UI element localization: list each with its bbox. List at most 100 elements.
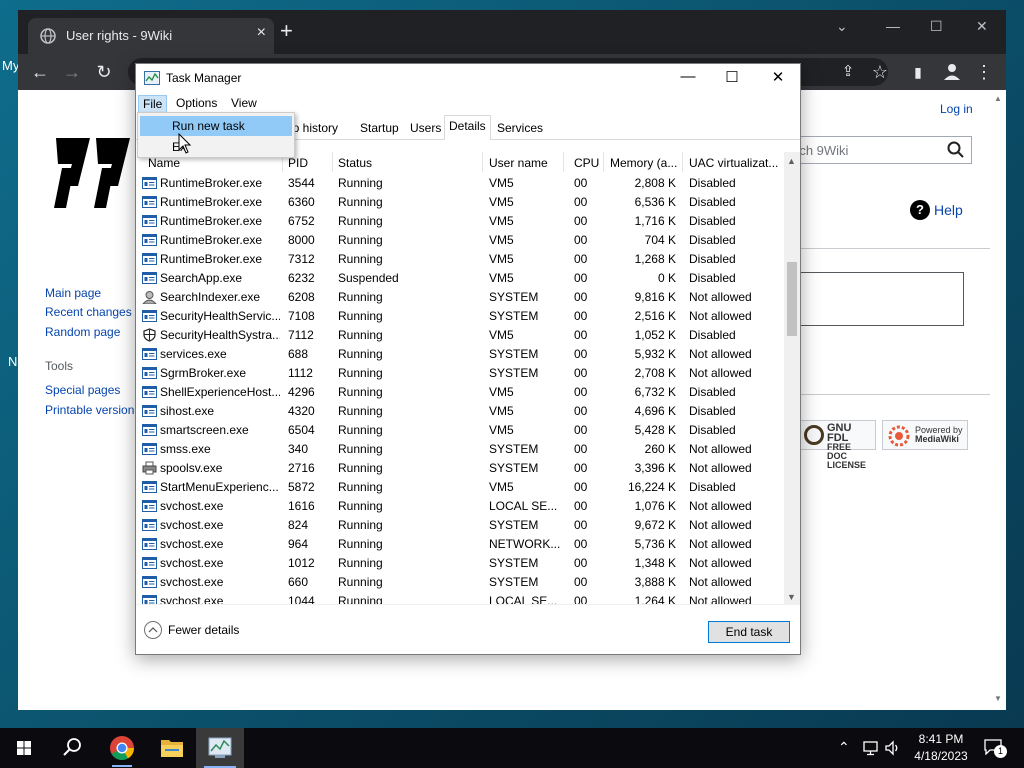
maximize-button[interactable]: ☐ — [722, 68, 742, 88]
table-row[interactable]: svchost.exe 824 Running SYSTEM 00 9,672 K Not … — [136, 516, 784, 535]
browser-menu-button[interactable]: ⋮ — [972, 60, 996, 84]
search-icon[interactable] — [48, 728, 96, 768]
fewer-details-button[interactable]: Fewer details — [144, 621, 239, 639]
column-separator[interactable] — [332, 152, 333, 172]
clock-time[interactable]: 8:41 PM — [910, 732, 972, 746]
scrollbar-thumb[interactable] — [787, 262, 797, 336]
tab-services[interactable]: Services — [493, 118, 547, 140]
tab-title: User rights - 9Wiki — [66, 28, 173, 43]
column-separator[interactable] — [563, 152, 564, 172]
task-manager-titlebar[interactable]: Task Manager — ☐ ✕ — [136, 64, 800, 92]
table-row[interactable]: spoolsv.exe 2716 Running SYSTEM 00 3,396 K Not… — [136, 459, 784, 478]
process-user: VM5 — [489, 480, 514, 494]
column-header-status[interactable]: Status — [338, 156, 478, 176]
scroll-down-arrow-icon[interactable]: ▼ — [994, 694, 1002, 703]
scroll-up-arrow-icon[interactable]: ▲ — [787, 156, 796, 166]
nav-recent-changes[interactable]: Recent changes — [45, 305, 132, 325]
wiki-search-input[interactable]: rch 9Wiki — [790, 136, 972, 164]
file-explorer-icon[interactable] — [148, 728, 196, 768]
windows-start-icon[interactable] — [0, 728, 48, 768]
scroll-up-arrow-icon[interactable]: ▲ — [994, 94, 1002, 103]
scroll-down-arrow-icon[interactable]: ▼ — [787, 592, 796, 602]
table-row[interactable]: SearchApp.exe 6232 Suspended VM5 00 0 K Disabl… — [136, 269, 784, 288]
reload-button[interactable]: ↻ — [92, 60, 116, 84]
tools-special-pages[interactable]: Special pages — [45, 383, 134, 403]
end-task-button[interactable]: End task — [708, 621, 790, 643]
column-separator[interactable] — [482, 152, 483, 172]
nav-main-page[interactable]: Main page — [45, 286, 132, 305]
column-header-memory[interactable]: Memory (a... — [610, 156, 682, 176]
tab-users[interactable]: Users — [406, 118, 445, 140]
back-button[interactable]: ← — [28, 60, 52, 84]
task-manager-taskbar-button[interactable] — [196, 728, 244, 768]
share-icon[interactable]: ⇪ — [836, 60, 860, 84]
tab-startup[interactable]: Startup — [356, 118, 403, 140]
column-header-user-name[interactable]: User name — [489, 156, 561, 176]
forward-button[interactable]: → — [60, 60, 84, 84]
table-row[interactable]: SecurityHealthSystra... 7112 Running VM5 00 1… — [136, 326, 784, 345]
table-row[interactable]: RuntimeBroker.exe 7312 Running VM5 00 1,268 K… — [136, 250, 784, 269]
menu-view[interactable]: View — [227, 95, 261, 111]
process-status: Running — [338, 556, 383, 570]
column-header-pid[interactable]: PID — [288, 156, 330, 176]
browser-tab[interactable]: User rights - 9Wiki × — [28, 18, 274, 54]
table-row[interactable]: RuntimeBroker.exe 6360 Running VM5 00 6,536 K… — [136, 193, 784, 212]
table-row[interactable]: sihost.exe 4320 Running VM5 00 4,696 K Disable… — [136, 402, 784, 421]
menu-file[interactable]: File — [138, 95, 168, 113]
table-row[interactable]: svchost.exe 660 Running SYSTEM 00 3,888 K Not … — [136, 573, 784, 592]
minimize-button[interactable]: — — [678, 68, 698, 88]
table-row[interactable]: svchost.exe 964 Running NETWORK... 00 5,736 K… — [136, 535, 784, 554]
table-row[interactable]: smartscreen.exe 6504 Running VM5 00 5,428 K Di… — [136, 421, 784, 440]
wiki-logo[interactable] — [48, 128, 138, 218]
mediawiki-badge[interactable]: Powered by MediaWiki — [882, 420, 968, 450]
search-icon[interactable] — [947, 141, 965, 159]
table-row[interactable]: services.exe 688 Running SYSTEM 00 5,932 K Not… — [136, 345, 784, 364]
minimize-button[interactable]: — — [886, 18, 900, 34]
column-header-uac[interactable]: UAC virtualizat... — [689, 156, 783, 176]
help-link[interactable]: ? Help — [910, 200, 963, 220]
chevron-down-icon[interactable]: ⌄ — [836, 18, 848, 35]
tools-printable-version[interactable]: Printable version — [45, 403, 134, 417]
bookmark-star-icon[interactable]: ☆ — [868, 60, 892, 84]
close-button[interactable]: ✕ — [768, 68, 788, 88]
process-status: Suspended — [338, 271, 399, 285]
page-scrollbar[interactable]: ▲ ▼ — [990, 90, 1006, 710]
chrome-icon[interactable] — [98, 728, 146, 768]
network-icon[interactable] — [862, 740, 880, 756]
table-row[interactable]: SgrmBroker.exe 1112 Running SYSTEM 00 2,708 K… — [136, 364, 784, 383]
clock-date[interactable]: 4/18/2023 — [908, 749, 974, 763]
process-name: svchost.exe — [160, 518, 224, 532]
menu-item-run-new-task[interactable]: Run new task — [140, 116, 292, 136]
table-row[interactable]: StartMenuExperienc... 5872 Running VM5 00 16,… — [136, 478, 784, 497]
close-button[interactable]: ✕ — [976, 18, 988, 35]
table-row[interactable]: RuntimeBroker.exe 3544 Running VM5 00 2,808 K… — [136, 174, 784, 193]
table-row[interactable]: smss.exe 340 Running SYSTEM 00 260 K Not allow… — [136, 440, 784, 459]
column-separator[interactable] — [682, 152, 683, 172]
volume-icon[interactable] — [884, 740, 902, 756]
menu-options[interactable]: Options — [172, 95, 221, 111]
nav-random-page[interactable]: Random page — [45, 325, 132, 339]
table-row[interactable]: SecurityHealthServic... 7108 Running SYSTEM… — [136, 307, 784, 326]
table-scrollbar[interactable]: ▲ ▼ — [784, 152, 800, 604]
table-row[interactable]: svchost.exe 1012 Running SYSTEM 00 1,348 K Not… — [136, 554, 784, 573]
gnu-fdl-badge[interactable]: GNU FDL FREE DOC LICENSE — [800, 420, 876, 470]
side-panel-icon[interactable]: ▮ — [906, 60, 930, 84]
column-header-name[interactable]: Name — [148, 156, 268, 176]
tab-details[interactable]: Details — [444, 115, 491, 140]
notifications-button[interactable]: 1 — [980, 736, 1010, 760]
table-row[interactable]: ShellExperienceHost.... 4296 Running VM5 00 6… — [136, 383, 784, 402]
chevron-up-icon[interactable]: ⌃ — [838, 739, 850, 756]
table-row[interactable]: svchost.exe 1044 Running LOCAL SE... 00 1,264… — [136, 592, 784, 604]
profile-icon[interactable] — [940, 60, 964, 84]
table-row[interactable]: RuntimeBroker.exe 6752 Running VM5 00 1,716 K… — [136, 212, 784, 231]
menu-item-exit[interactable]: Ex — [140, 137, 292, 157]
table-row[interactable]: svchost.exe 1616 Running LOCAL SE... 00 1,076… — [136, 497, 784, 516]
table-row[interactable]: RuntimeBroker.exe 8000 Running VM5 00 704 K Di… — [136, 231, 784, 250]
new-tab-button[interactable]: + — [280, 20, 293, 42]
login-link[interactable]: Log in — [940, 102, 973, 116]
maximize-button[interactable]: ☐ — [930, 18, 943, 35]
column-header-cpu[interactable]: CPU — [574, 156, 602, 176]
close-icon[interactable]: × — [257, 24, 266, 42]
column-separator[interactable] — [603, 152, 604, 172]
table-row[interactable]: SearchIndexer.exe 6208 Running SYSTEM 00 9,81… — [136, 288, 784, 307]
